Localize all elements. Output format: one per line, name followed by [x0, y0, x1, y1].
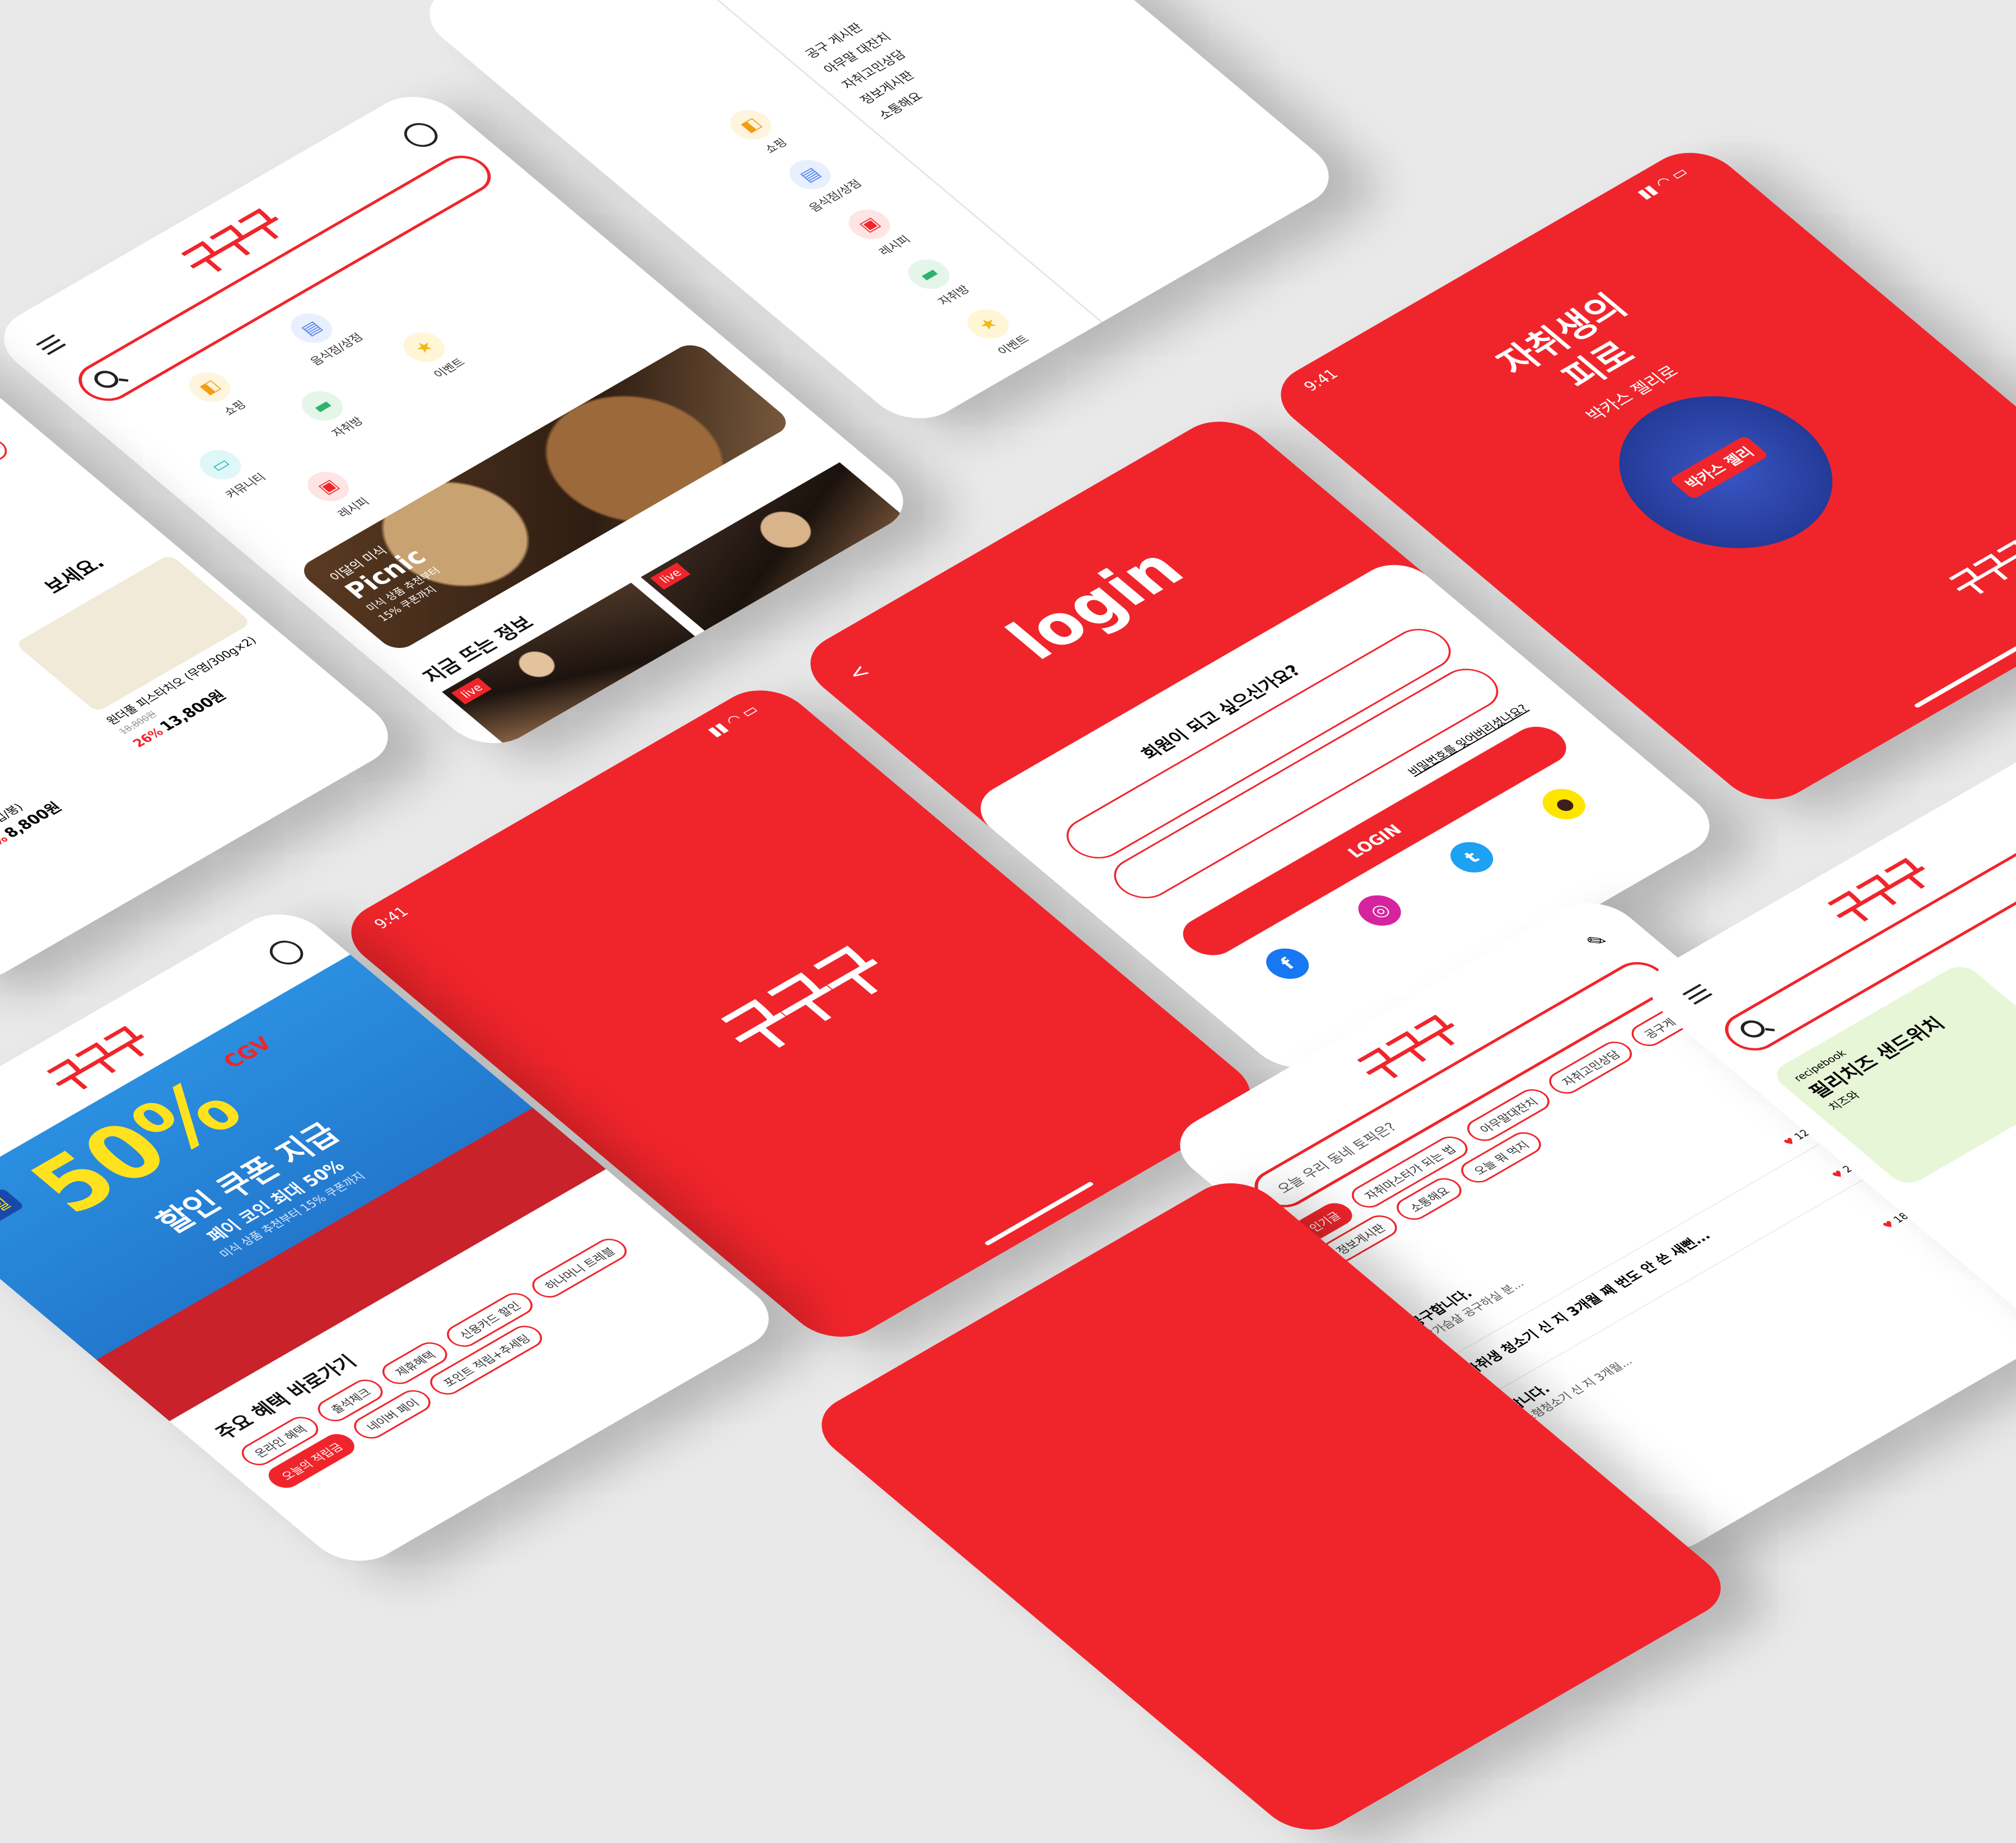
recipe-icon: ▣ [299, 466, 358, 507]
live-badge: live [451, 677, 492, 704]
side-recipe[interactable]: ▣ 레시피 [822, 193, 935, 270]
product-card-partial[interactable]: (3~6입/봉) 1% 8,800원 [0, 738, 150, 853]
home-indicator [984, 1181, 1095, 1246]
pack-label: 박카스 젤리 [1668, 435, 1769, 500]
instagram-icon[interactable]: ◎ [1349, 889, 1410, 932]
menu-icon[interactable] [1682, 983, 1713, 1005]
kakao-icon[interactable]: ● [1533, 782, 1594, 825]
side-store[interactable]: ▤ 음식점/상점 [762, 143, 875, 221]
twitter-icon[interactable]: t [1441, 836, 1502, 879]
chat-icon: ▭ [191, 444, 250, 486]
login-title: login [991, 536, 1200, 672]
splash-logo: 구구구 [706, 937, 904, 1066]
write-icon[interactable]: ✎ [1581, 930, 1613, 953]
signal-icon: ▮▮ ◠ ▭ [1634, 164, 1692, 202]
category-recipe[interactable]: ▣ 레시피 [280, 455, 393, 533]
category-event[interactable]: ★ 이벤트 [376, 316, 489, 393]
search-icon [1735, 1017, 1770, 1041]
category-community[interactable]: ▭ 커뮤니티 [172, 433, 286, 511]
live-thumb-1[interactable]: live [442, 582, 696, 746]
shop-cat-row: 욕실 주방 여행 문화 [0, 420, 64, 555]
side-event[interactable]: ★ 이벤트 [940, 292, 1053, 370]
star-icon: ★ [395, 326, 454, 368]
category-room[interactable]: ▬ 자취방 [274, 375, 388, 452]
category-shopping[interactable]: ◧ 쇼핑 [161, 356, 274, 433]
home-indicator [1914, 643, 2016, 708]
menu-icon[interactable] [36, 334, 67, 355]
side-shopping[interactable]: ◧ 쇼핑 [703, 94, 816, 171]
back-icon[interactable]: < [842, 661, 876, 685]
signal-icon: ▮▮ ◠ ▭ [704, 702, 763, 740]
bed-icon: ▬ [293, 385, 352, 427]
shop-category[interactable]: 여행 [0, 434, 13, 475]
shopping-basket-icon: ◧ [180, 366, 239, 408]
bed-icon: ▬ [899, 253, 958, 295]
benefit-pill[interactable]: 하나머니 트레블 [525, 1234, 633, 1302]
shop-heading: 보세요. [40, 552, 110, 598]
status-bar: 9:41 ▮▮ ◠ ▭ [371, 702, 767, 936]
star-icon: ★ [959, 303, 1018, 345]
profile-icon[interactable] [263, 936, 310, 969]
recipe-icon: ▣ [840, 203, 899, 245]
live-badge: live [650, 562, 691, 590]
coupon-badge: 매일 [0, 1187, 25, 1228]
topic-pill[interactable]: 오늘 뭐 먹지 [1454, 1128, 1547, 1187]
store-icon: ▤ [282, 307, 341, 349]
facebook-icon[interactable]: f [1257, 942, 1318, 985]
profile-icon[interactable] [397, 118, 445, 152]
menu-list: 공구 게시판 아무말 대잔치 자취고민상담 정보게시판 소통해요 [796, 0, 1037, 126]
shopping-basket-icon: ◧ [721, 104, 780, 146]
promo-logo: 구구구 [1941, 536, 2016, 604]
side-room[interactable]: ▬ 자취방 [881, 242, 994, 320]
search-icon [89, 367, 124, 391]
category-store[interactable]: ▤ 음식점/상점 [263, 297, 376, 374]
coupon-brand: CGV [218, 1033, 278, 1072]
store-icon: ▤ [781, 154, 839, 195]
